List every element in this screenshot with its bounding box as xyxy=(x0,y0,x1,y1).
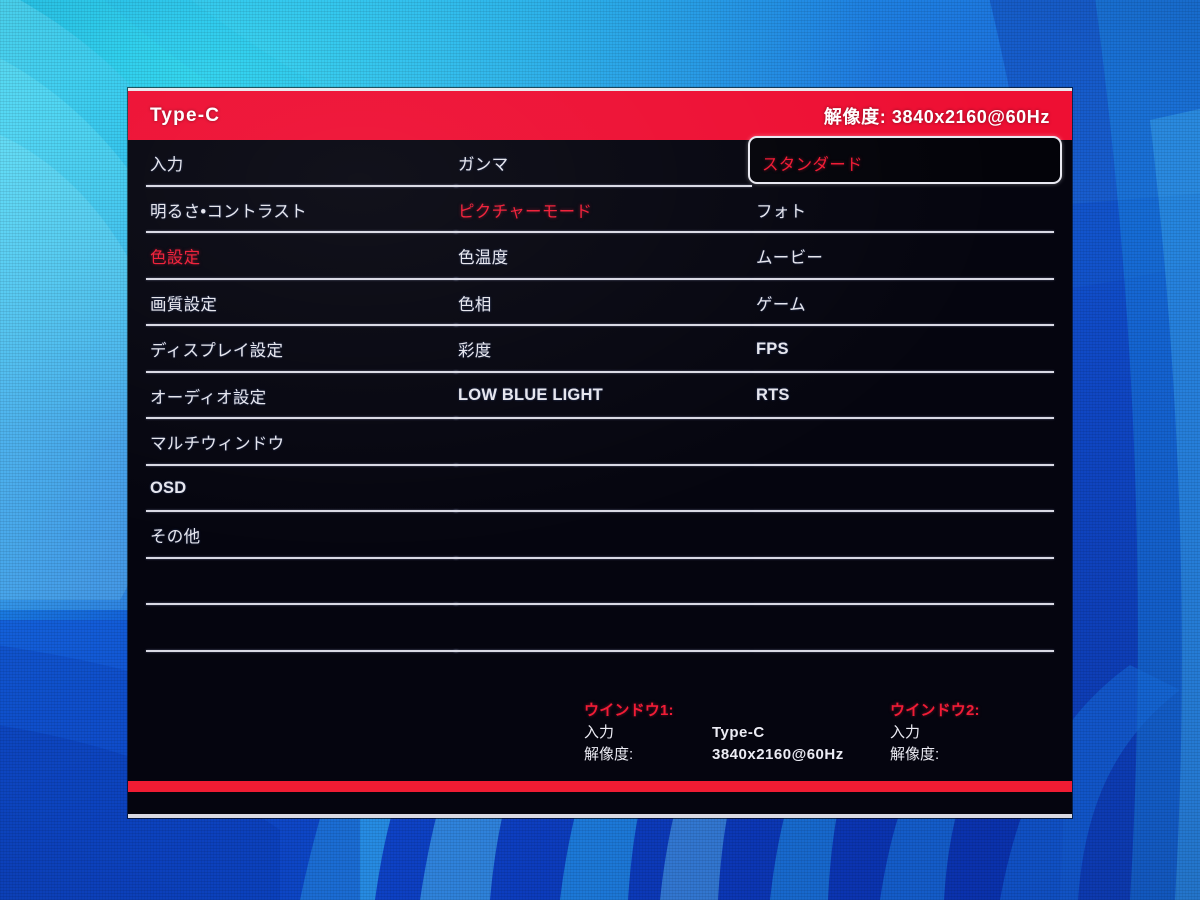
menu-item-osd[interactable]: OSD xyxy=(146,466,458,512)
window-2-resolution-line: 解像度: xyxy=(890,744,1018,766)
submenu-item-label: 色相 xyxy=(458,295,492,314)
option-item-game[interactable]: ゲーム xyxy=(752,280,1054,326)
submenu-item-low-blue-light[interactable]: LOW BLUE LIGHT xyxy=(454,373,752,419)
option-item-photo[interactable]: フォト xyxy=(752,187,1054,233)
osd-window-info: ウインドウ1: 入力 Type-C 解像度: 3840x2160@60Hz ウイ… xyxy=(128,700,1072,810)
submenu-item-color-temp[interactable]: 色温度 xyxy=(454,233,752,280)
option-item-empty xyxy=(752,512,1054,559)
menu-item-label: オーディオ設定 xyxy=(150,388,267,407)
row-separator xyxy=(146,649,458,652)
window-1-resolution-key: 解像度: xyxy=(584,746,634,763)
osd-menu-column: 入力 明るさ•コントラスト 色設定 画質設定 ディスプレイ設定 オーディオ設定 … xyxy=(146,140,458,700)
submenu-item-gamma[interactable]: ガンマ xyxy=(454,140,752,187)
menu-item-empty xyxy=(146,605,458,652)
row-separator xyxy=(454,649,752,652)
menu-item-label: その他 xyxy=(150,528,201,547)
submenu-item-label: 彩度 xyxy=(458,342,492,361)
submenu-item-label: ガンマ xyxy=(458,156,509,175)
menu-item-input[interactable]: 入力 xyxy=(146,140,458,187)
menu-item-color-settings[interactable]: 色設定 xyxy=(146,233,458,280)
window-2-input-key: 入力 xyxy=(890,724,921,741)
menu-item-label: 画質設定 xyxy=(150,295,218,314)
window-1-resolution-line: 解像度: 3840x2160@60Hz xyxy=(584,744,844,766)
menu-item-display-settings[interactable]: ディスプレイ設定 xyxy=(146,326,458,373)
menu-item-other[interactable]: その他 xyxy=(146,512,458,559)
option-item-fps[interactable]: FPS xyxy=(752,326,1054,373)
submenu-item-empty xyxy=(454,559,752,605)
osd-resolution-label: 解像度: 3840x2160@60Hz xyxy=(823,106,1050,127)
submenu-item-picture-mode[interactable]: ピクチャーモード xyxy=(454,187,752,233)
option-item-label: ムービー xyxy=(756,249,824,268)
menu-item-label: 入力 xyxy=(150,156,184,175)
menu-item-audio-settings[interactable]: オーディオ設定 xyxy=(146,373,458,419)
window-1-input-line: 入力 Type-C xyxy=(584,722,844,744)
submenu-item-label: LOW BLUE LIGHT xyxy=(458,386,603,405)
menu-item-picture-quality[interactable]: 画質設定 xyxy=(146,280,458,326)
window-2-title: ウインドウ2: xyxy=(890,702,980,719)
option-item-label: ゲーム xyxy=(756,295,806,314)
menu-item-label: OSD xyxy=(150,479,187,498)
submenu-item-hue[interactable]: 色相 xyxy=(454,280,752,326)
menu-item-label: 明るさ•コントラスト xyxy=(150,202,307,221)
menu-item-empty xyxy=(146,559,458,605)
osd-header: Type-C 解像度: 3840x2160@60Hz xyxy=(128,91,1072,140)
submenu-item-label: ピクチャーモード xyxy=(458,202,593,221)
window-2-info: ウインドウ2: 入力 解像度: xyxy=(890,700,1018,766)
option-item-rts[interactable]: RTS xyxy=(752,373,1054,419)
menu-item-label: ディスプレイ設定 xyxy=(150,342,284,361)
menu-item-label: マルチウィンドウ xyxy=(150,435,285,454)
option-item-movie[interactable]: ムービー xyxy=(752,233,1054,280)
osd-current-input-label: Type-C xyxy=(150,104,221,126)
window-2-resolution-key: 解像度: xyxy=(890,746,940,763)
submenu-item-empty xyxy=(454,419,752,466)
option-item-empty xyxy=(752,419,1054,466)
osd-accent-bar xyxy=(128,781,1072,792)
osd-option-column: スタンダード フォト ムービー ゲーム FPS RTS xyxy=(748,136,1062,700)
option-item-empty xyxy=(752,559,1054,605)
monitor-osd-panel: Type-C 解像度: 3840x2160@60Hz 入力 明るさ•コントラスト… xyxy=(128,88,1072,818)
option-item-label: FPS xyxy=(756,339,789,358)
submenu-item-saturation[interactable]: 彩度 xyxy=(454,326,752,373)
window-1-info: ウインドウ1: 入力 Type-C 解像度: 3840x2160@60Hz xyxy=(584,700,844,766)
osd-bottom-rule xyxy=(128,814,1072,818)
menu-item-brightness[interactable]: 明るさ•コントラスト xyxy=(146,187,458,233)
option-item-label: フォト xyxy=(756,202,807,221)
submenu-item-label: 色温度 xyxy=(458,249,509,268)
window-1-title: ウインドウ1: xyxy=(584,702,674,719)
submenu-item-empty xyxy=(454,605,752,652)
menu-item-multi-window[interactable]: マルチウィンドウ xyxy=(146,419,458,466)
window-1-input-key: 入力 xyxy=(584,724,615,741)
option-item-standard[interactable]: スタンダード xyxy=(748,136,1062,187)
row-separator xyxy=(752,649,1054,652)
option-item-label: RTS xyxy=(756,386,790,405)
submenu-item-empty xyxy=(454,466,752,512)
window-2-input-line: 入力 xyxy=(890,722,1018,744)
option-item-empty xyxy=(752,466,1054,512)
option-item-label: スタンダード xyxy=(762,156,863,175)
osd-submenu-column: ガンマ ピクチャーモード 色温度 色相 彩度 LOW BLUE LIGHT xyxy=(454,140,752,700)
window-1-resolution-value: 3840x2160@60Hz xyxy=(712,746,844,763)
window-1-input-value: Type-C xyxy=(712,724,765,741)
osd-columns: 入力 明るさ•コントラスト 色設定 画質設定 ディスプレイ設定 オーディオ設定 … xyxy=(128,136,1072,700)
menu-item-label: 色設定 xyxy=(150,249,201,268)
option-item-empty xyxy=(752,605,1054,652)
submenu-item-empty xyxy=(454,512,752,559)
